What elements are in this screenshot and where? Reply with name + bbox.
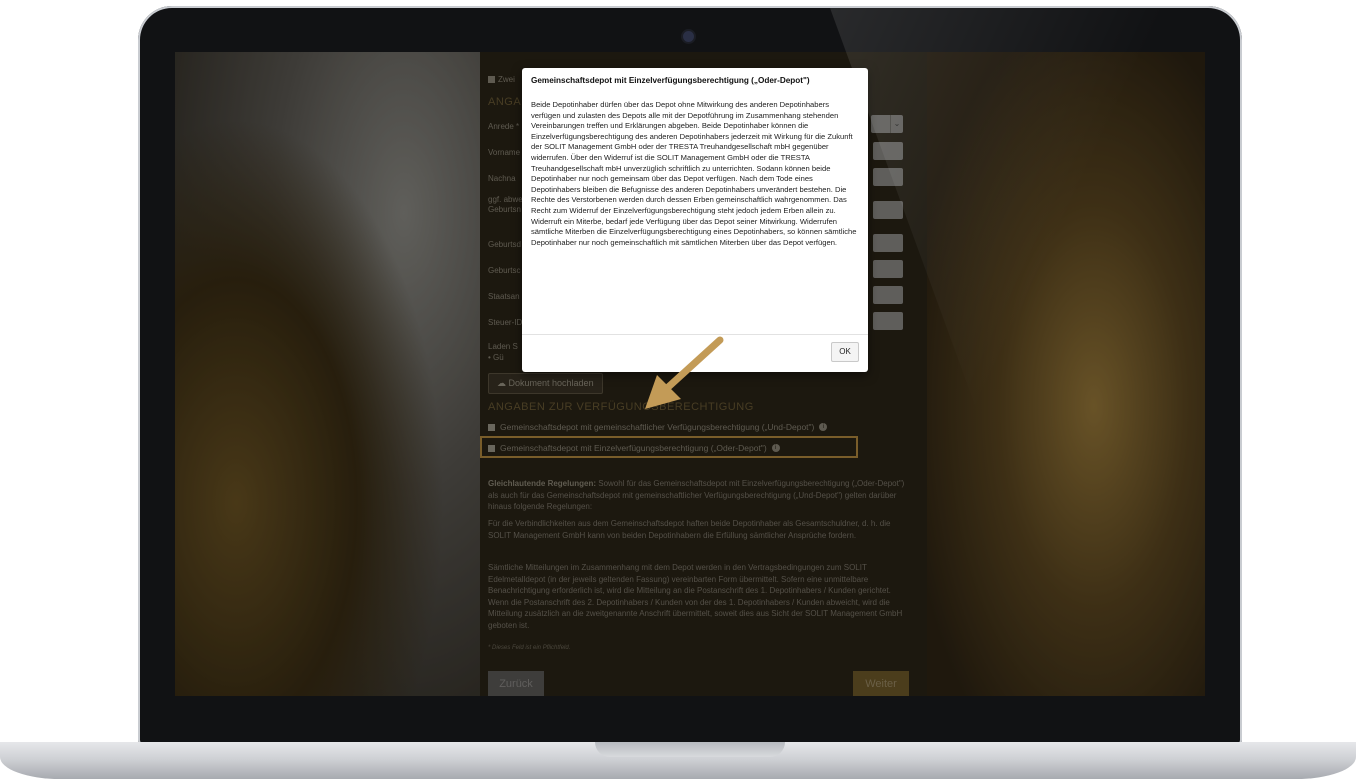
modal-title: Gemeinschaftsdepot mit Einzelverfügungsb… bbox=[531, 76, 810, 85]
modal-body: Beide Depotinhaber dürfen über das Depot… bbox=[531, 100, 857, 247]
camera-icon bbox=[683, 31, 694, 42]
arrow-pointer-icon bbox=[645, 336, 724, 409]
ok-button[interactable]: OK bbox=[831, 342, 859, 362]
laptop-notch bbox=[595, 742, 785, 757]
screen: Zwei ANGABEN Anrede * Vorname Nachna ggf. a… bbox=[175, 52, 1205, 696]
info-modal: Gemeinschaftsdepot mit Einzelverfügungsb… bbox=[522, 68, 868, 372]
